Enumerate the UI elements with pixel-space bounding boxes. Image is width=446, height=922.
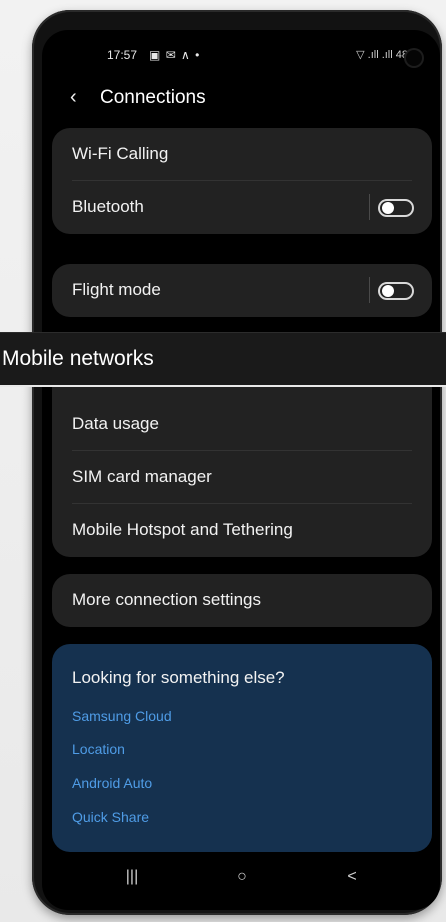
data-usage-item[interactable]: Data usage <box>52 398 432 451</box>
link-quick-share[interactable]: Quick Share <box>72 809 149 825</box>
phone-screen: 17:57 ▣ ✉ ∧ • ▽ .ıll .ıll 48 ‹ Connectio… <box>42 30 440 910</box>
flight-mode-item[interactable]: Flight mode <box>52 264 432 317</box>
hotspot-item[interactable]: Mobile Hotspot and Tethering <box>52 504 432 557</box>
settings-group-data: Data usage SIM card manager Mobile Hotsp… <box>52 370 432 557</box>
bluetooth-toggle[interactable] <box>378 199 414 217</box>
more-connection-settings-label: More connection settings <box>72 590 261 609</box>
mobile-networks-highlight[interactable]: Mobile networks <box>0 332 446 387</box>
camera-cutout <box>406 50 422 66</box>
sim-card-manager-label: SIM card manager <box>72 467 212 486</box>
link-samsung-cloud[interactable]: Samsung Cloud <box>72 708 172 724</box>
app-header: ‹ Connections <box>42 80 440 120</box>
mobile-networks-label: Mobile networks <box>2 347 154 370</box>
navigation-bar: ||| ○ < <box>42 860 440 900</box>
toggle-knob <box>382 202 394 214</box>
flight-mode-toggle[interactable] <box>378 282 414 300</box>
separator <box>369 194 370 220</box>
status-time: 17:57 <box>107 48 138 62</box>
separator <box>369 277 370 303</box>
chevron-left-icon[interactable]: ‹ <box>70 86 77 109</box>
settings-group-calling-bluetooth: Wi-Fi Calling Bluetooth <box>52 128 432 234</box>
link-location[interactable]: Location <box>72 741 125 757</box>
wifi-calling-label: Wi-Fi Calling <box>72 144 169 163</box>
hotspot-label: Mobile Hotspot and Tethering <box>72 520 293 539</box>
wifi-calling-item[interactable]: Wi-Fi Calling <box>52 128 432 181</box>
more-connection-settings-item[interactable]: More connection settings <box>52 574 432 627</box>
back-icon[interactable]: < <box>332 868 372 886</box>
flight-mode-label: Flight mode <box>72 280 161 299</box>
settings-group-flight: Flight mode <box>52 264 432 317</box>
suggestions-card: Looking for something else? Samsung Clou… <box>52 644 432 852</box>
recents-icon[interactable]: ||| <box>112 868 152 886</box>
signal-battery-icons: ▽ .ıll .ıll 48 <box>356 49 408 61</box>
link-android-auto[interactable]: Android Auto <box>72 775 152 791</box>
sim-card-manager-item[interactable]: SIM card manager <box>52 451 432 504</box>
status-bar: 17:57 ▣ ✉ ∧ • ▽ .ıll .ıll 48 <box>42 30 440 70</box>
toggle-knob <box>382 285 394 297</box>
notification-icons: ▣ ✉ ∧ • <box>149 48 201 62</box>
bluetooth-label: Bluetooth <box>72 197 144 216</box>
suggestions-title: Looking for something else? <box>72 668 285 687</box>
page-title: Connections <box>100 87 206 108</box>
settings-group-more: More connection settings <box>52 574 432 627</box>
data-usage-label: Data usage <box>72 414 159 433</box>
bluetooth-item[interactable]: Bluetooth <box>52 181 432 234</box>
home-icon[interactable]: ○ <box>222 868 262 886</box>
